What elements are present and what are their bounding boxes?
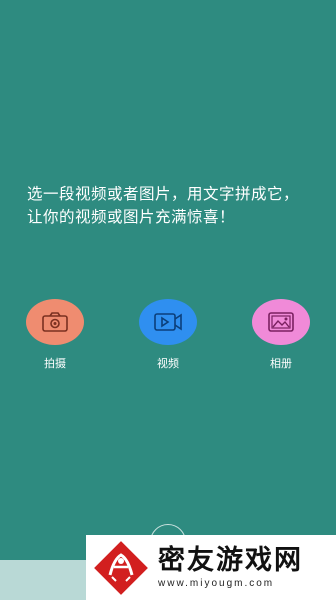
bottom-bar <box>0 560 86 600</box>
watermark-logo-icon <box>94 540 148 595</box>
watermark-banner: 密友游戏网 www.miyougm.com <box>86 535 336 600</box>
video-button[interactable]: 视频 <box>138 299 198 371</box>
camera-icon <box>42 312 68 332</box>
watermark-url: www.miyougm.com <box>158 578 275 589</box>
intro-line-1: 选一段视频或者图片，用文字拼成它， <box>27 185 300 203</box>
intro-text: 选一段视频或者图片，用文字拼成它， 让你的视频或图片充满惊喜！ <box>27 183 327 229</box>
video-circle[interactable] <box>139 299 197 345</box>
video-label: 视频 <box>157 357 179 370</box>
intro-line-2: 让你的视频或图片充满惊喜！ <box>27 208 236 226</box>
video-icon <box>154 313 182 331</box>
album-label: 相册 <box>270 357 292 370</box>
watermark-title: 密友游戏网 <box>158 545 303 576</box>
album-button[interactable]: 相册 <box>251 299 311 371</box>
camera-circle[interactable] <box>26 299 84 345</box>
camera-button[interactable]: 拍摄 <box>25 299 85 371</box>
album-icon <box>268 312 294 332</box>
camera-label: 拍摄 <box>44 357 66 370</box>
album-circle[interactable] <box>252 299 310 345</box>
